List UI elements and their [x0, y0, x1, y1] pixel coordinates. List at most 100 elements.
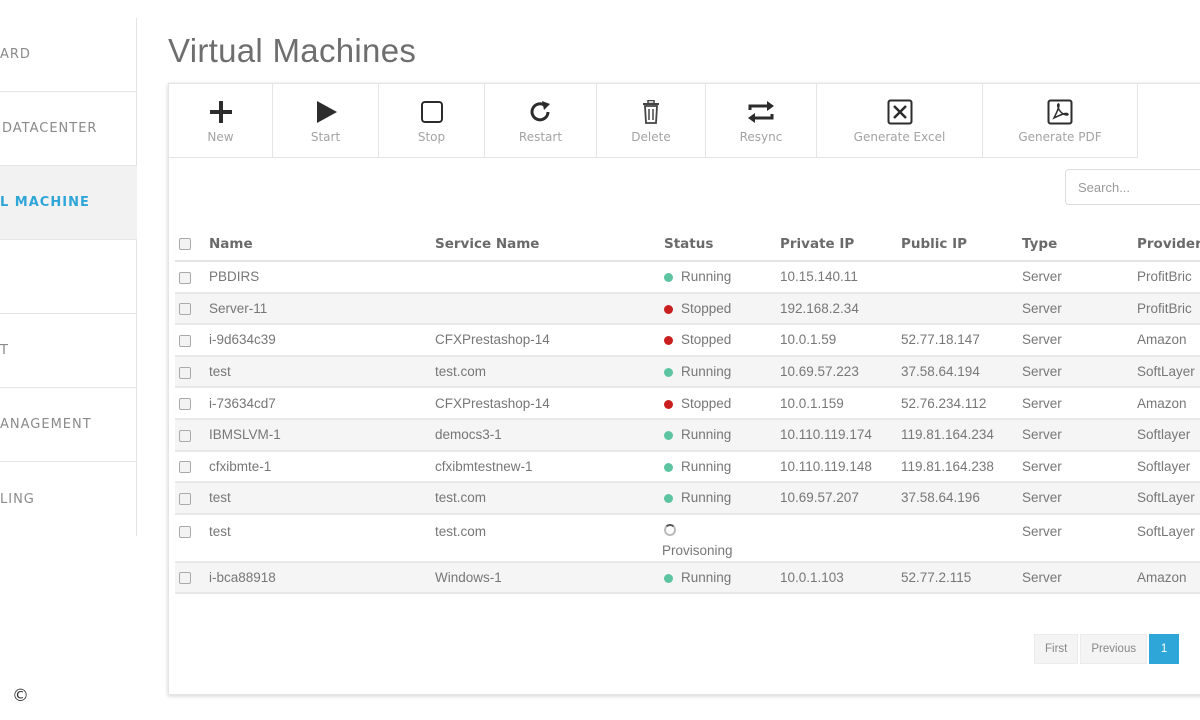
delete-label: Delete	[631, 130, 671, 144]
table-row[interactable]: test test.com Running 10.69.57.223 37.58.64.…	[175, 355, 1200, 389]
sidebar-item-dashboard[interactable]: ARD	[0, 18, 137, 92]
checkbox-cell	[175, 450, 205, 484]
row-checkbox[interactable]	[179, 271, 191, 284]
generate-pdf-button[interactable]: Generate PDF	[983, 84, 1138, 158]
table-row[interactable]: PBDIRS Running 10.15.140.11 Server ProfitBri…	[175, 261, 1200, 294]
sidebar-item-virtual-machine[interactable]: L MACHINE	[0, 166, 137, 240]
header-service-name[interactable]: Service Name	[431, 227, 660, 262]
pdf-icon	[1047, 98, 1073, 126]
status-text: Running	[681, 364, 732, 380]
checkbox-cell	[175, 561, 205, 595]
vm-panel: New Start Stop Restart Delete Resync Gen…	[168, 83, 1200, 695]
provider-cell: SoftLayer	[1133, 513, 1200, 563]
table-row[interactable]: i-9d634c39 CFXPrestashop-14 Stopped 10.0.1.…	[175, 324, 1200, 357]
service-name-cell: test.com	[431, 482, 660, 515]
service-name-cell: test.com	[431, 355, 660, 389]
status-text: Provisoning	[662, 542, 733, 558]
status-dot-icon	[664, 462, 673, 472]
row-checkbox[interactable]	[179, 572, 191, 585]
row-checkbox[interactable]	[179, 366, 191, 379]
type-cell: Server	[1018, 482, 1133, 515]
status-dot-icon	[664, 399, 673, 409]
sidebar-item-datacenter[interactable]: DATACENTER	[0, 92, 137, 166]
provider-cell: Amazon	[1133, 387, 1200, 420]
row-checkbox[interactable]	[179, 461, 191, 474]
table-row[interactable]: IBMSLVM-1 democs3-1 Running 10.110.119.174 1…	[175, 418, 1200, 452]
status-dot-icon	[664, 368, 673, 378]
status-cell: Running	[660, 355, 776, 389]
private-ip-cell: 10.69.57.223	[776, 355, 897, 389]
table-row[interactable]: test test.com Running 10.69.57.207 37.58.64.…	[175, 482, 1200, 515]
status-text: Running	[681, 570, 732, 586]
resync-icon	[746, 98, 776, 126]
header-public-ip[interactable]: Public IP	[897, 227, 1018, 262]
table-row[interactable]: i-bca88918 Windows-1 Running 10.0.1.103 52.7…	[175, 561, 1200, 595]
pagination-first[interactable]: First	[1034, 634, 1079, 664]
generate-pdf-label: Generate PDF	[1018, 130, 1102, 144]
row-checkbox[interactable]	[179, 429, 191, 442]
row-checkbox[interactable]	[179, 303, 191, 316]
header-name[interactable]: Name	[205, 227, 431, 262]
sidebar-item-blank[interactable]	[0, 240, 137, 314]
service-name-cell: cfxibmtestnew-1	[431, 450, 660, 484]
private-ip-cell: 10.0.1.103	[776, 561, 897, 595]
name-cell: i-bca88918	[205, 561, 431, 595]
status-text: Stopped	[681, 332, 732, 348]
status-cell: Provisoning	[660, 513, 776, 563]
sidebar-item-billing[interactable]: LING	[0, 462, 137, 536]
sidebar-item-label: DATACENTER	[2, 121, 98, 136]
row-checkbox[interactable]	[179, 492, 191, 505]
new-button[interactable]: New	[169, 84, 273, 158]
provider-cell: SoftLayer	[1133, 355, 1200, 389]
pagination-page-current[interactable]: 1	[1149, 634, 1180, 664]
select-all-cell	[175, 227, 205, 262]
sidebar-item-label: ARD	[0, 47, 31, 62]
row-checkbox[interactable]	[179, 398, 191, 411]
resync-button[interactable]: Resync	[706, 84, 817, 158]
checkbox-cell	[175, 418, 205, 452]
pagination-previous[interactable]: Previous	[1080, 634, 1148, 664]
table-row[interactable]: Server-11 Stopped 192.168.2.34 Server Profit…	[175, 292, 1200, 326]
public-ip-cell	[897, 513, 1018, 563]
generate-excel-button[interactable]: Generate Excel	[817, 84, 983, 158]
toolbar: New Start Stop Restart Delete Resync Gen…	[169, 84, 1138, 158]
header-type[interactable]: Type	[1018, 227, 1133, 262]
name-cell: cfxibmte-1	[205, 450, 431, 484]
start-button[interactable]: Start	[273, 84, 379, 158]
row-checkbox[interactable]	[179, 334, 191, 347]
restart-button[interactable]: Restart	[485, 84, 597, 158]
sidebar-item-t[interactable]: T	[0, 314, 137, 388]
excel-icon	[887, 98, 913, 126]
provider-cell: SoftLayer	[1133, 482, 1200, 515]
row-checkbox[interactable]	[179, 526, 191, 539]
provider-cell: ProfitBric	[1133, 292, 1200, 326]
status-text: Running	[681, 269, 732, 285]
table-row[interactable]: i-73634cd7 CFXPrestashop-14 Stopped 10.0.1.…	[175, 387, 1200, 420]
status-cell: Stopped	[660, 292, 776, 326]
private-ip-cell: 10.15.140.11	[776, 261, 897, 294]
header-provider[interactable]: Provider	[1133, 227, 1200, 262]
status-cell: Stopped	[660, 387, 776, 420]
table-row[interactable]: test test.com Provisoning Server SoftLayer	[175, 513, 1200, 563]
provider-cell: Amazon	[1133, 324, 1200, 357]
search-input[interactable]	[1065, 169, 1200, 205]
pagination: First Previous 1	[1034, 634, 1181, 664]
delete-button[interactable]: Delete	[597, 84, 706, 158]
header-private-ip[interactable]: Private IP	[776, 227, 897, 262]
status-cell: Running	[660, 261, 776, 294]
status-dot-icon	[664, 273, 673, 283]
sidebar-item-management[interactable]: ANAGEMENT	[0, 388, 137, 462]
stop-button[interactable]: Stop	[379, 84, 485, 158]
private-ip-cell: 10.110.119.148	[776, 450, 897, 484]
spinner-icon	[664, 523, 676, 536]
status-cell: Running	[660, 482, 776, 515]
public-ip-cell: 37.58.64.196	[897, 482, 1018, 515]
private-ip-cell: 10.0.1.59	[776, 324, 897, 357]
status-cell: Running	[660, 450, 776, 484]
header-status[interactable]: Status	[660, 227, 776, 262]
play-icon	[314, 98, 338, 126]
select-all-checkbox[interactable]	[179, 237, 191, 250]
table-row[interactable]: cfxibmte-1 cfxibmtestnew-1 Running 10.110.1…	[175, 450, 1200, 484]
type-cell: Server	[1018, 261, 1133, 294]
type-cell: Server	[1018, 324, 1133, 357]
